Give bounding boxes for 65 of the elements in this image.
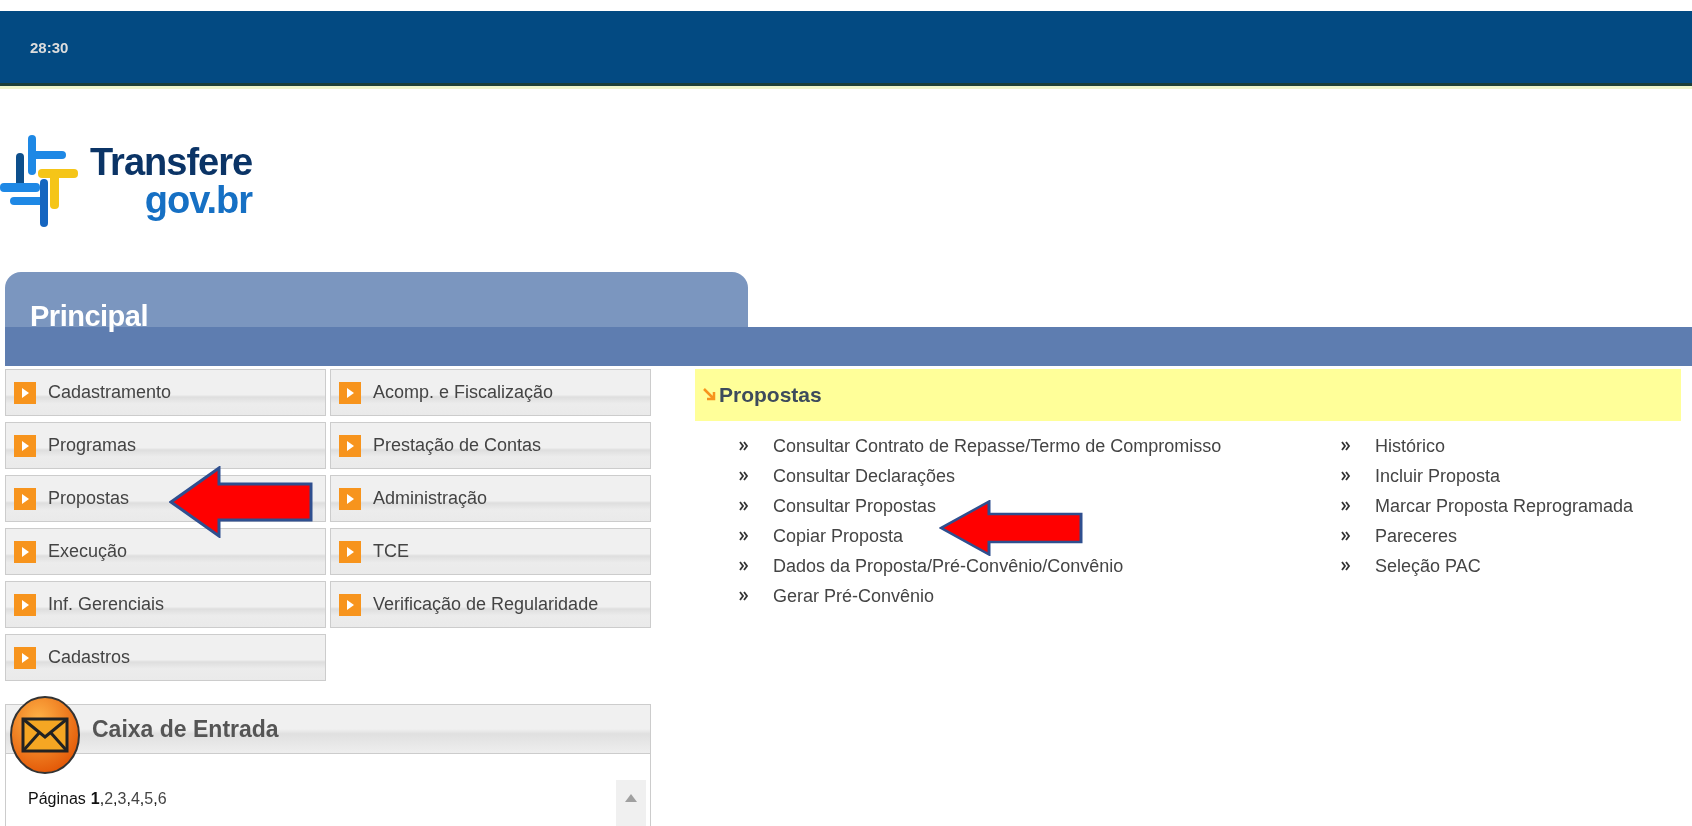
play-icon (14, 593, 36, 616)
section-title: Principal (30, 300, 148, 333)
page-link[interactable]: 2 (104, 790, 114, 807)
menu-button[interactable]: Acomp. e Fiscalização (330, 369, 651, 416)
double-chevron-icon (739, 471, 749, 481)
menu-button[interactable]: Inf. Gerenciais (5, 581, 326, 628)
page-separator: , (99, 790, 105, 807)
menu-button[interactable]: Prestação de Contas (330, 422, 651, 469)
submenu-link[interactable]: Copiar Proposta (773, 525, 904, 547)
pages-label: Páginas (28, 790, 86, 808)
submenu-link[interactable]: Gerar Pré-Convênio (773, 585, 935, 607)
play-icon (339, 434, 361, 457)
menu-button[interactable]: Verificação de Regularidade (330, 581, 651, 628)
page-link[interactable]: 4 (130, 790, 140, 807)
logo-wordmark: Transfere (90, 143, 253, 181)
menu-button[interactable]: Execução (5, 528, 326, 575)
double-chevron-icon (739, 561, 749, 571)
submenu-link[interactable]: Consultar Contrato de Repasse/Termo de Compromisso (773, 435, 1222, 457)
menu-button[interactable]: Administração (330, 475, 651, 522)
menu-button[interactable]: Programas (5, 422, 326, 469)
page-link[interactable]: 1 (90, 790, 100, 807)
double-chevron-icon (739, 591, 749, 601)
page-separator: , (153, 790, 158, 807)
play-icon (339, 540, 361, 563)
submenu-link[interactable]: Consultar Propostas (773, 495, 937, 517)
session-timer: 28:30 (30, 38, 69, 56)
scroll-up-icon (625, 794, 637, 802)
double-chevron-icon (739, 441, 749, 451)
page-link[interactable]: 6 (157, 790, 167, 807)
double-chevron-icon (1341, 561, 1351, 571)
arrow-down-right-icon (703, 388, 717, 402)
play-icon (14, 434, 36, 457)
submenu-link[interactable]: Incluir Proposta (1375, 465, 1501, 487)
play-icon (14, 540, 36, 563)
double-chevron-icon (739, 531, 749, 541)
envelope-icon (9, 695, 81, 775)
page-link[interactable]: 3 (117, 790, 127, 807)
play-icon (339, 381, 361, 404)
double-chevron-icon (739, 501, 749, 511)
play-icon (14, 487, 36, 510)
double-chevron-icon (1341, 531, 1351, 541)
logo-icon (0, 135, 80, 227)
menu-button[interactable]: Cadastros (5, 634, 326, 681)
double-chevron-icon (1341, 501, 1351, 511)
play-icon (14, 646, 36, 669)
double-chevron-icon (1341, 441, 1351, 451)
play-icon (339, 487, 361, 510)
submenu-link[interactable]: Pareceres (1375, 525, 1458, 547)
double-chevron-icon (1341, 471, 1351, 481)
submenu-link[interactable]: Marcar Proposta Reprogramada (1375, 495, 1634, 517)
submenu-link[interactable]: Seleção PAC (1375, 555, 1481, 577)
page-link[interactable]: 5 (144, 790, 154, 807)
page-separator: , (139, 790, 145, 807)
play-icon (14, 381, 36, 404)
menu-button[interactable]: Cadastramento (5, 369, 326, 416)
play-icon (339, 593, 361, 616)
logo-domain: gov.br (144, 181, 253, 219)
page-separator: , (113, 790, 118, 807)
submenu-title: Propostas (719, 383, 822, 407)
submenu-link[interactable]: Consultar Declarações (773, 465, 956, 487)
page-separator: , (126, 790, 131, 807)
inbox-title: Caixa de Entrada (92, 715, 279, 743)
menu-button[interactable]: TCE (330, 528, 651, 575)
submenu-link[interactable]: Dados da Proposta/Pré-Convênio/Convênio (773, 555, 1124, 577)
submenu-link[interactable]: Histórico (1375, 435, 1445, 457)
